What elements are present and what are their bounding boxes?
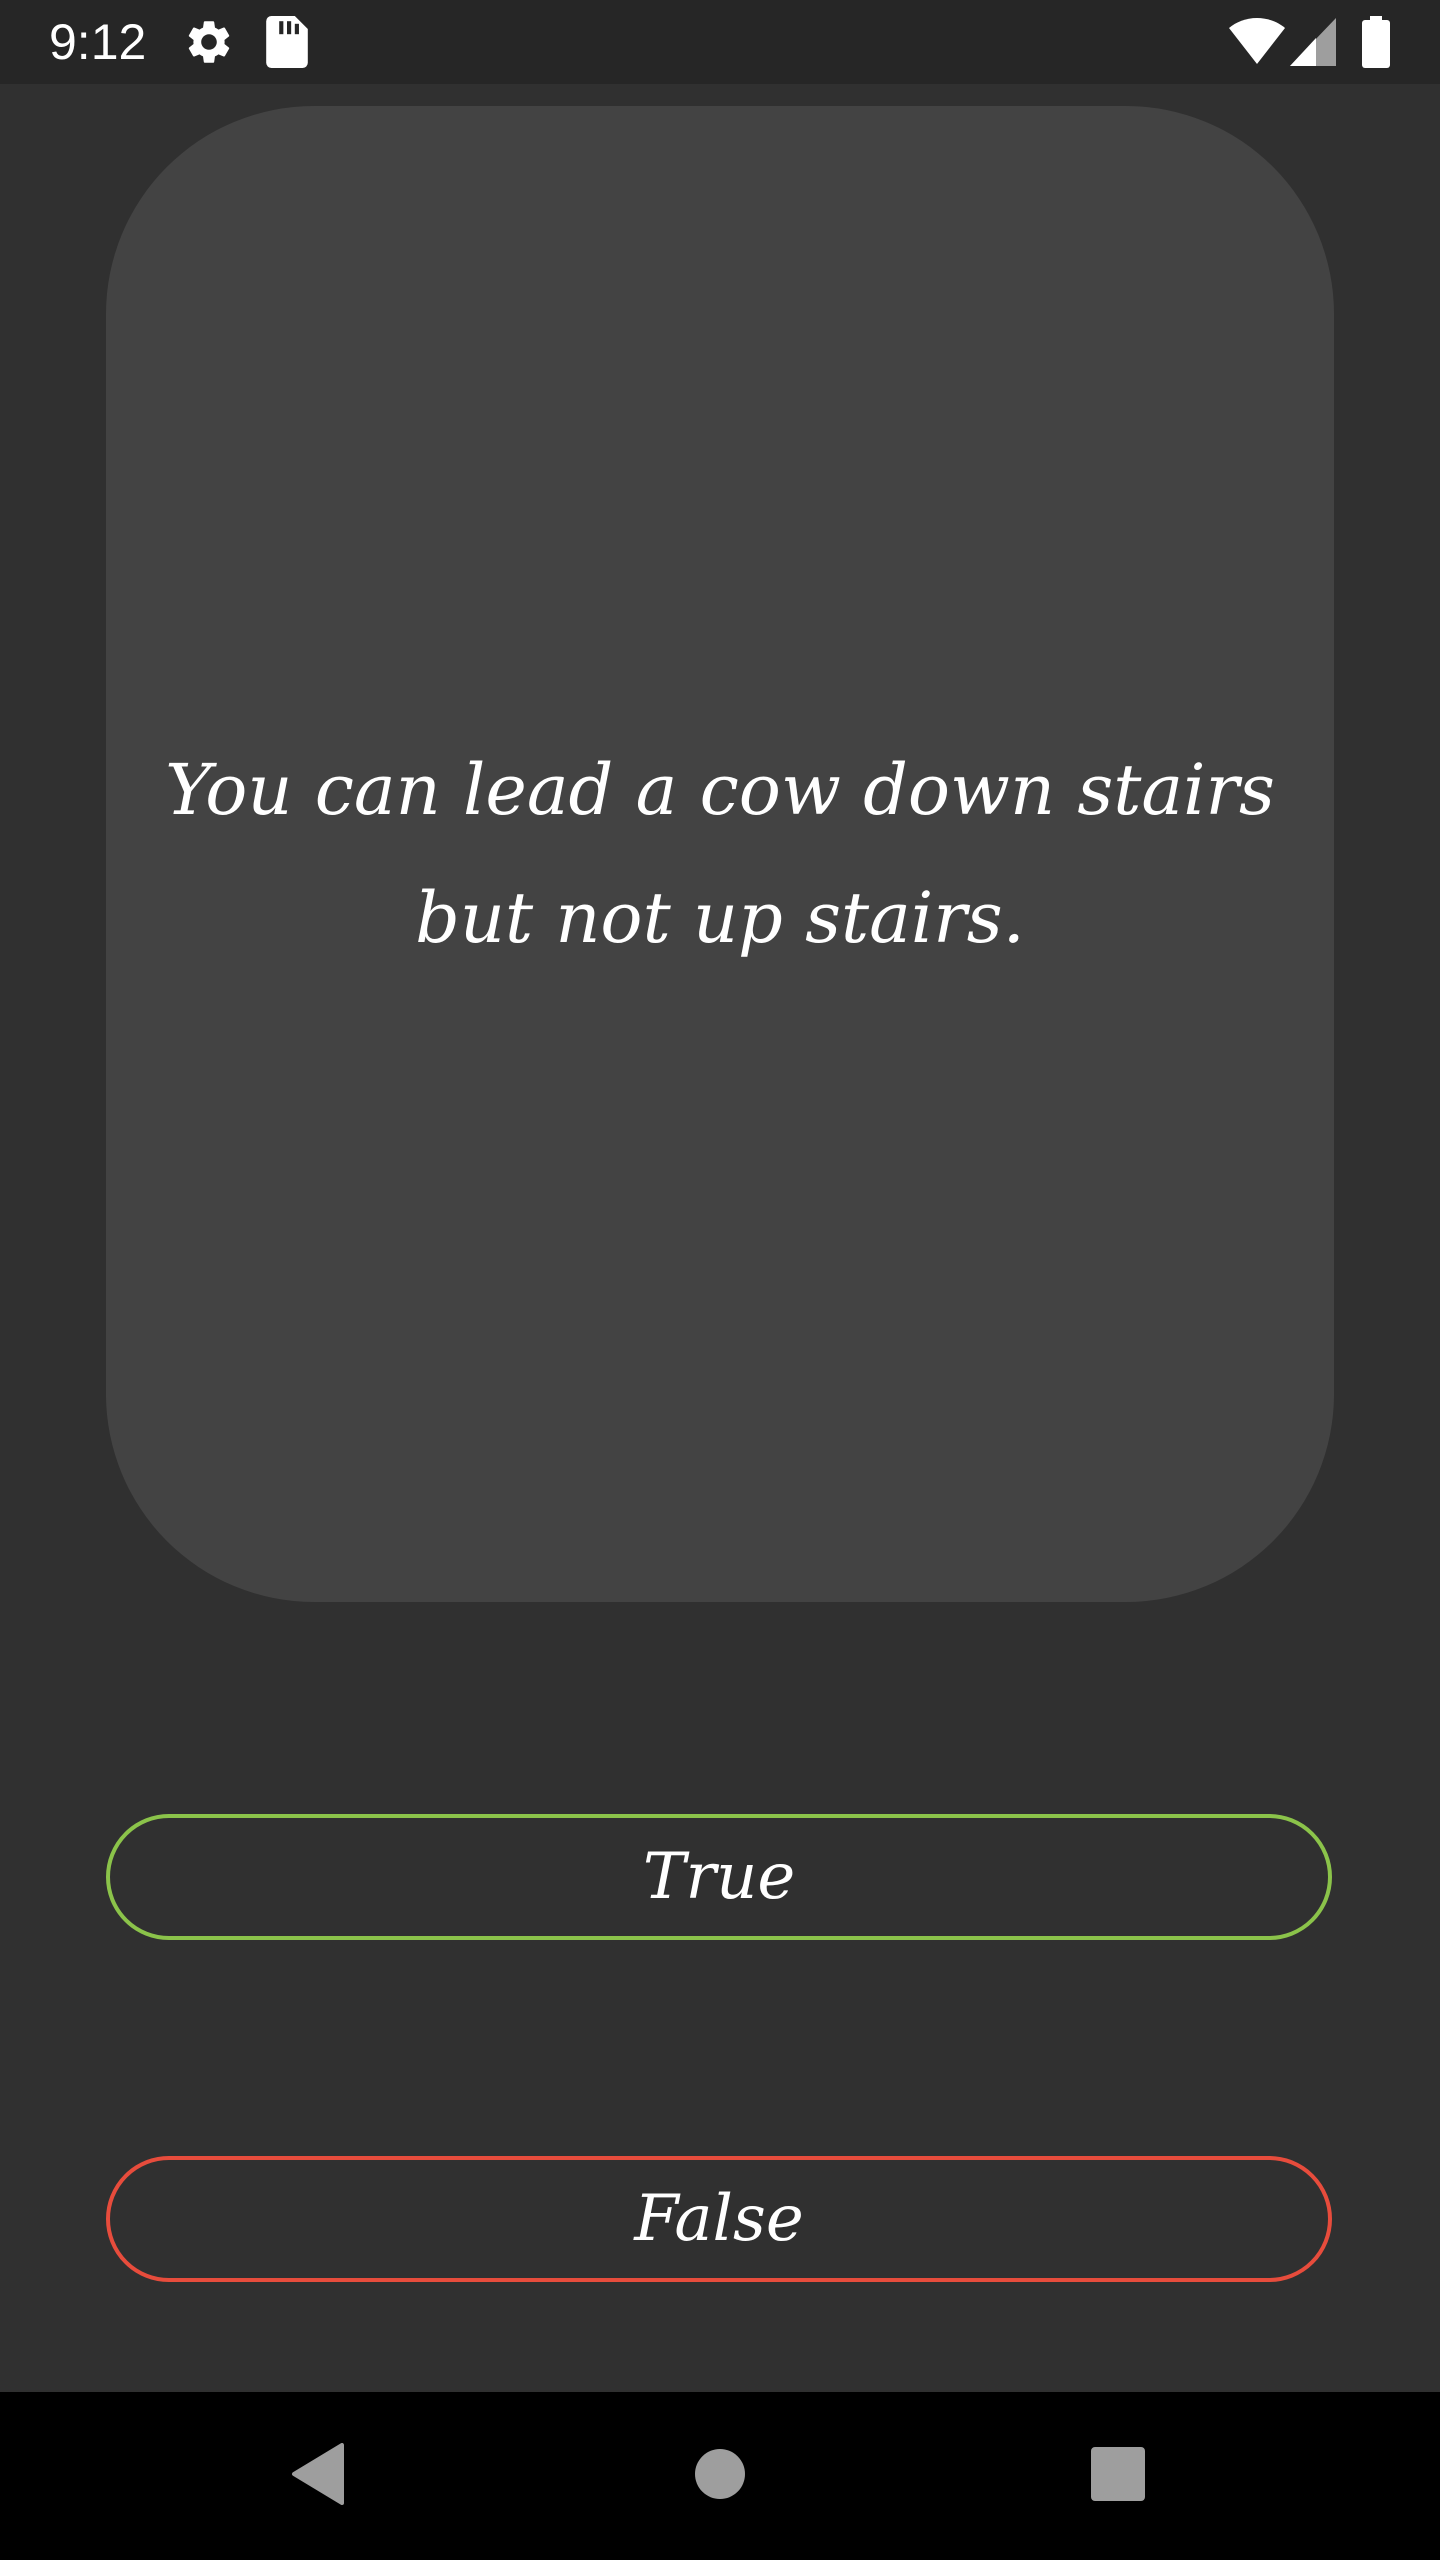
question-card: You can lead a cow down stairs but not u… xyxy=(106,106,1334,1602)
recents-button[interactable] xyxy=(1034,2392,1202,2560)
status-bar: 9:12 xyxy=(0,0,1440,84)
back-button[interactable] xyxy=(234,2392,402,2560)
battery-icon xyxy=(1360,16,1392,68)
question-text: You can lead a cow down stairs but not u… xyxy=(165,749,1275,959)
wifi-icon xyxy=(1228,16,1286,68)
home-button[interactable] xyxy=(636,2392,804,2560)
sd-card-icon xyxy=(266,16,308,68)
home-icon xyxy=(694,2448,746,2504)
recents-icon xyxy=(1090,2446,1146,2506)
false-button[interactable]: False xyxy=(106,2156,1332,2282)
navigation-bar xyxy=(0,2392,1440,2560)
gear-icon xyxy=(183,16,235,68)
screen: 9:12 You can lead a cow down stairs but … xyxy=(0,0,1440,2560)
status-time: 9:12 xyxy=(49,14,147,70)
signal-icon xyxy=(1290,16,1336,68)
true-button[interactable]: True xyxy=(106,1814,1332,1940)
back-icon xyxy=(290,2443,346,2509)
